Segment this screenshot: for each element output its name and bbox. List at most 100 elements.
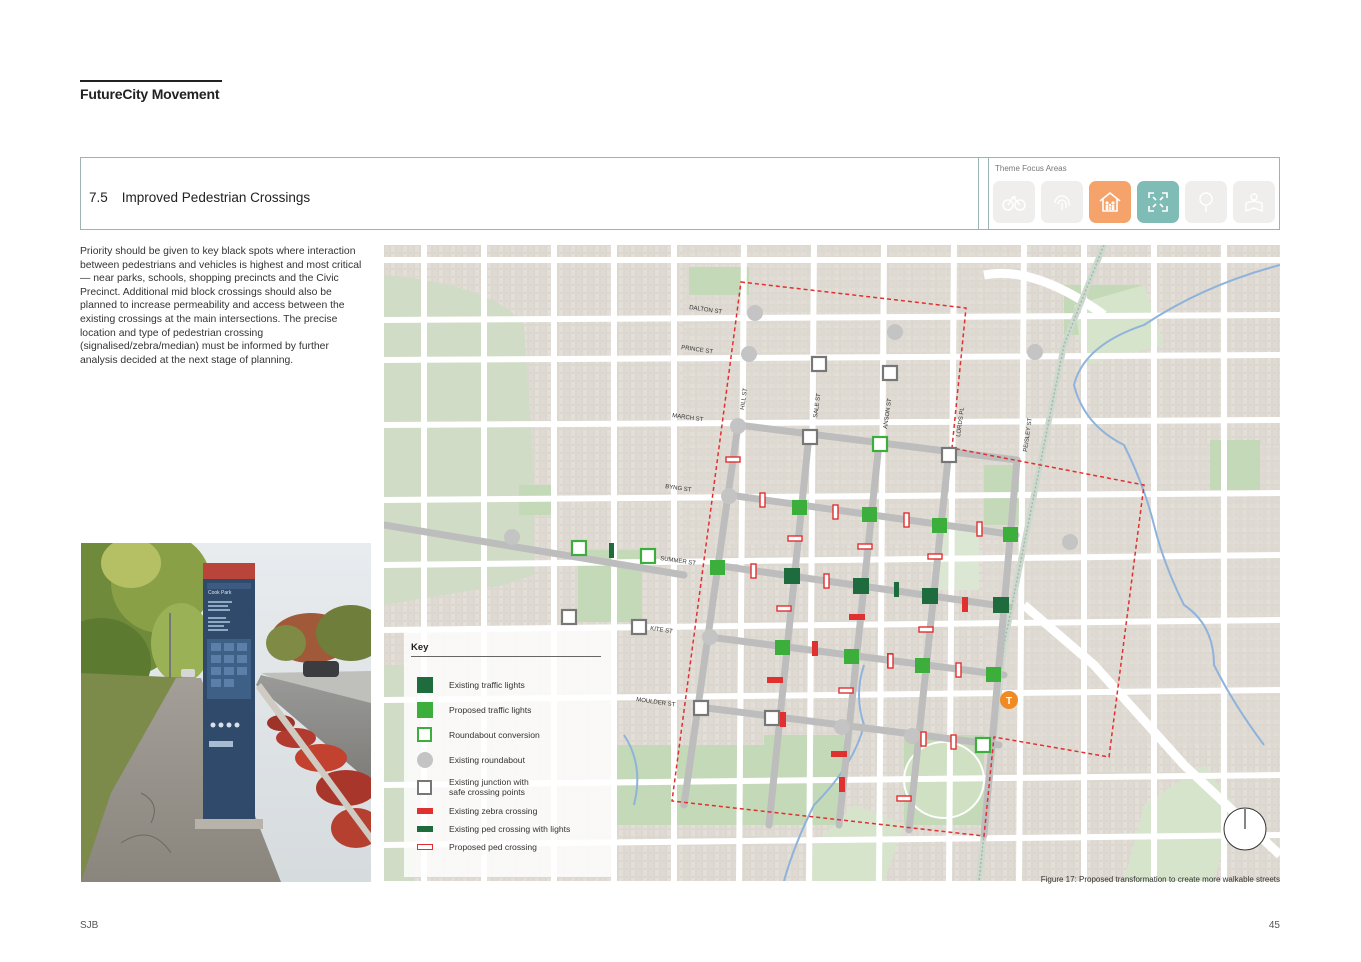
proposed-traffic-lights [986, 667, 1001, 682]
page-number: 45 [1268, 920, 1280, 931]
bike-icon [993, 181, 1035, 223]
key-item: Existing roundabout [416, 751, 525, 768]
footer-brand: SJB [80, 920, 99, 931]
divider [978, 158, 979, 229]
section-title: 7.5 Improved Pedestrian Crossings [89, 190, 310, 205]
zebra-crossing-icon [416, 802, 433, 819]
proposed-ped-crossing [920, 731, 927, 747]
key-label: Proposed ped crossing [449, 841, 537, 852]
document-title: FutureCity Movement [80, 86, 220, 102]
station-marker-label: T [1006, 696, 1012, 707]
ped-crossing-with-lights [609, 543, 614, 558]
proposed-ped-crossing [838, 687, 854, 694]
safe-crossing-junction [692, 699, 710, 717]
key-label: Existing ped crossing with lights [449, 823, 571, 834]
safe-crossing-junction-icon [416, 779, 433, 796]
theme-icons [993, 181, 1275, 223]
existing-roundabout [904, 728, 920, 744]
existing-roundabout [741, 346, 757, 362]
safe-crossing-junction [940, 446, 958, 464]
key-label: Proposed traffic lights [449, 704, 532, 715]
key-label: Existing junction with safe crossing poin… [449, 777, 529, 797]
proposed-ped-crossing-icon [416, 838, 433, 855]
proposed-ped-crossing [750, 563, 757, 579]
proposed-traffic-lights [915, 658, 930, 673]
existing-roundabout [702, 629, 718, 645]
existing-roundabout [721, 488, 737, 504]
key-label: Existing zebra crossing [449, 805, 538, 816]
existing-traffic-lights [993, 597, 1009, 613]
key-item: Existing zebra crossing [416, 802, 537, 819]
existing-roundabout [887, 324, 903, 340]
safe-crossing-junction [810, 355, 828, 373]
ped-crossing-with-lights-icon [416, 820, 433, 837]
existing-traffic-lights-icon [416, 676, 433, 693]
sign-title: Cook Park [208, 590, 232, 596]
proposed-ped-crossing [759, 492, 766, 508]
expand-icon [1137, 181, 1179, 223]
roundabout-conversion-icon [416, 726, 433, 743]
family-house-icon [1089, 181, 1131, 223]
signage-photo: Cook Park [81, 543, 371, 882]
proposed-traffic-lights [792, 500, 807, 515]
proposed-ped-crossing [832, 504, 839, 520]
proposed-ped-crossing [787, 535, 803, 542]
map-key: Key Existing traffic lights Proposed tra… [404, 627, 612, 877]
tree-icon [1185, 181, 1227, 223]
zebra-crossing [839, 777, 845, 792]
existing-roundabout [1062, 534, 1078, 550]
existing-roundabout [834, 719, 850, 735]
existing-roundabout [1027, 344, 1043, 360]
zebra-crossing [831, 751, 847, 757]
intro-paragraph: Priority should be given to key black sp… [80, 246, 362, 366]
key-label-line: Existing junction with [449, 777, 529, 787]
key-label: Existing traffic lights [449, 679, 525, 690]
existing-roundabout-icon [416, 751, 433, 768]
roundabout-conversion [871, 435, 889, 453]
zebra-crossing [780, 712, 786, 727]
theme-focus-label: Theme Focus Areas [995, 164, 1067, 173]
proposed-ped-crossing [857, 543, 873, 550]
proposed-ped-crossing [918, 626, 934, 633]
key-label: Existing roundabout [449, 754, 525, 765]
proposed-ped-crossing [725, 456, 741, 463]
proposed-traffic-lights [844, 649, 859, 664]
key-item: Existing traffic lights [416, 676, 525, 693]
section-title-text: Improved Pedestrian Crossings [121, 190, 311, 205]
proposed-traffic-lights [710, 560, 725, 575]
proposed-traffic-lights [932, 518, 947, 533]
existing-roundabout [747, 305, 763, 321]
safe-crossing-junction [630, 618, 648, 636]
proposed-ped-crossing [955, 662, 962, 678]
proposed-ped-crossing [887, 653, 894, 669]
ped-crossing-with-lights [894, 582, 899, 597]
zebra-crossing [962, 597, 968, 612]
existing-roundabout [730, 418, 746, 434]
proposed-ped-crossing [976, 521, 983, 537]
header-rule [80, 80, 222, 82]
safe-crossing-junction [560, 608, 578, 626]
section-number: 7.5 [89, 190, 108, 205]
proposed-ped-crossing [776, 605, 792, 612]
existing-traffic-lights [853, 578, 869, 594]
key-item: Existing ped crossing with lights [416, 820, 570, 837]
proposed-traffic-lights [862, 507, 877, 522]
safe-crossing-junction [881, 364, 899, 382]
zebra-crossing [849, 614, 865, 620]
key-title: Key [411, 642, 429, 653]
safe-crossing-junction [801, 428, 819, 446]
proposed-traffic-lights [775, 640, 790, 655]
zebra-crossing [812, 641, 818, 656]
proposed-ped-crossing [903, 512, 910, 528]
reading-person-icon [1233, 181, 1275, 223]
key-rule [411, 656, 601, 657]
proposed-ped-crossing [823, 573, 830, 589]
key-label: Roundabout conversion [449, 729, 540, 740]
existing-traffic-lights [784, 568, 800, 584]
roundabout-conversion [570, 539, 588, 557]
roundabout-conversion [974, 736, 992, 754]
proposed-traffic-lights [1003, 527, 1018, 542]
fingerprint-icon [1041, 181, 1083, 223]
proposed-ped-crossing [896, 795, 912, 802]
key-item: Proposed ped crossing [416, 838, 537, 855]
